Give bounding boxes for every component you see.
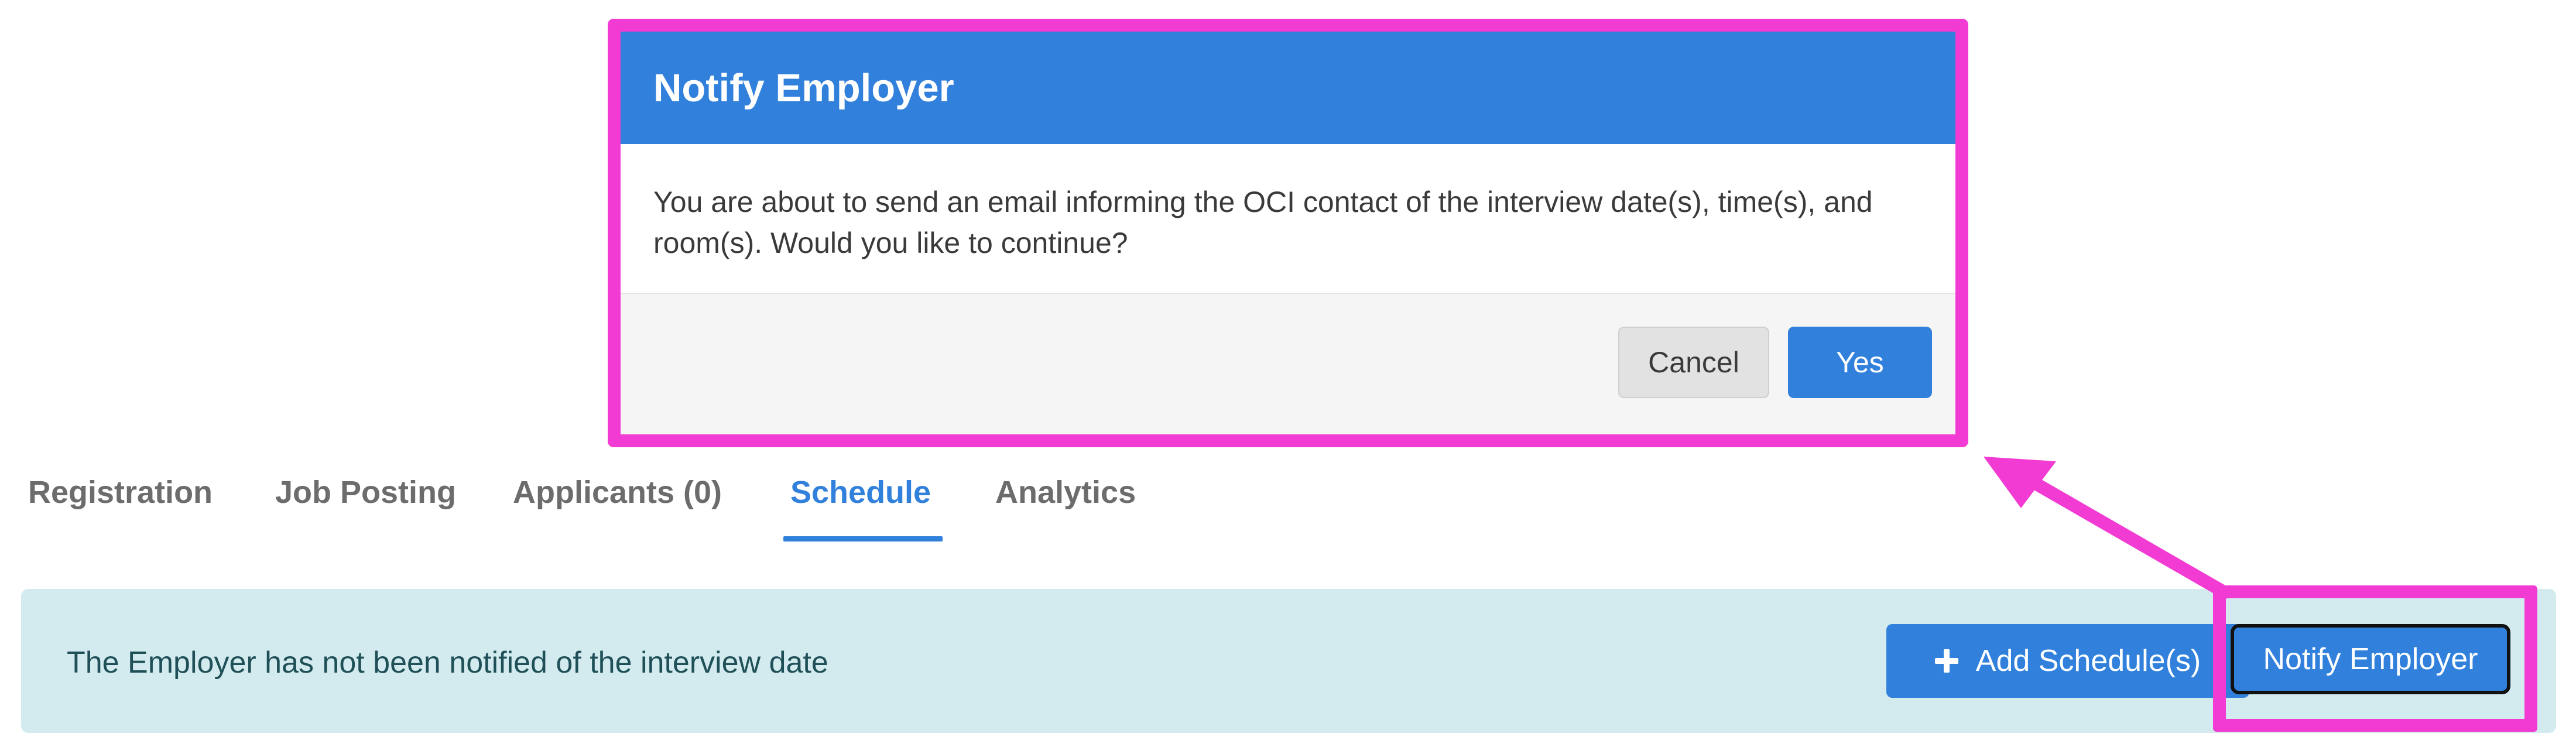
dialog-message: You are about to send an email informing… [653, 186, 1873, 259]
notify-employer-button[interactable]: Notify Employer [2231, 624, 2510, 694]
dialog-title: Notify Employer [653, 66, 954, 110]
notification-status-text: The Employer has not been notified of th… [67, 646, 828, 680]
active-tab-indicator [783, 536, 943, 541]
add-schedule-button[interactable]: Add Schedule(s) [1886, 624, 2249, 698]
cancel-button[interactable]: Cancel [1618, 327, 1769, 398]
add-schedule-label: Add Schedule(s) [1975, 644, 2201, 678]
schedule-status-bar: The Employer has not been notified of th… [21, 589, 2556, 733]
tab-applicants[interactable]: Applicants (0) [513, 474, 722, 510]
dialog-header: Notify Employer [621, 32, 1955, 144]
tab-bar: Registration Job Posting Applicants (0) … [0, 474, 1288, 544]
tab-job-posting[interactable]: Job Posting [275, 474, 456, 510]
tab-analytics[interactable]: Analytics [995, 474, 1136, 510]
page: Notify Employer You are about to send an… [0, 0, 2576, 754]
yes-button[interactable]: Yes [1788, 327, 1932, 398]
tab-schedule[interactable]: Schedule [790, 474, 931, 510]
plus-icon [1934, 649, 1958, 673]
notify-employer-dialog: Notify Employer You are about to send an… [608, 19, 1968, 447]
dialog-footer: Cancel Yes [621, 293, 1955, 434]
tab-registration[interactable]: Registration [28, 474, 213, 510]
